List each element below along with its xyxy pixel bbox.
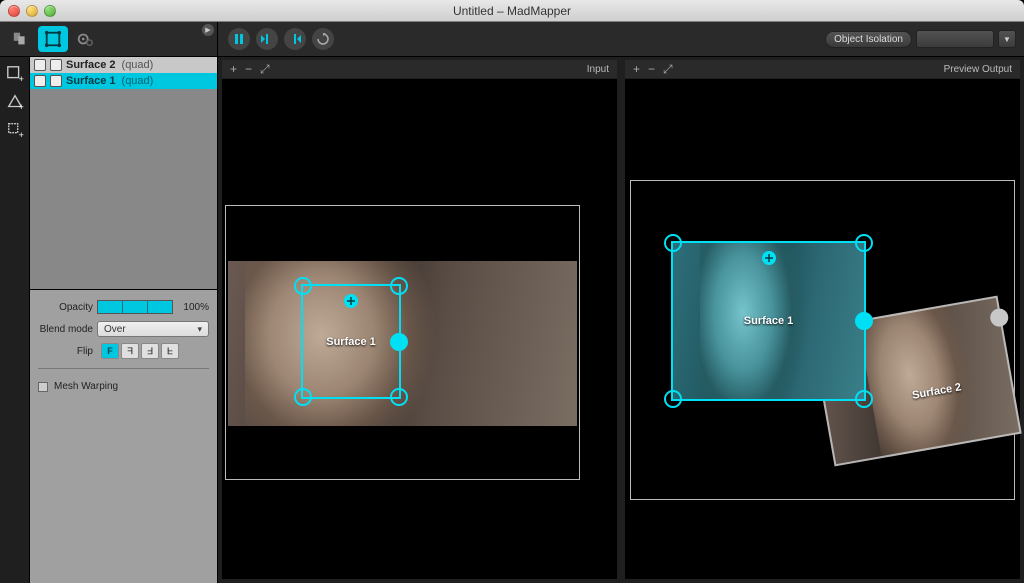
play-button[interactable] [284,28,306,50]
mode-surfaces-button[interactable] [38,26,68,52]
input-remove-icon[interactable]: − [245,63,252,75]
input-add-icon[interactable]: + [230,63,237,75]
surface-row[interactable]: Surface 2 (quad) [30,57,217,73]
pause-button[interactable] [228,28,250,50]
input-surface-quad[interactable]: Surface 1 [301,284,401,399]
input-fullscreen-icon[interactable]: ⤢ [260,63,270,75]
flip-vertical-button[interactable]: ᖵ [141,343,159,359]
surface-row-type: (quad) [122,75,154,87]
surface-list[interactable]: Surface 2 (quad) Surface 1 (quad) [30,57,217,290]
flip-horizontal-button[interactable]: ᖷ [121,343,139,359]
isolation-target-dropdown[interactable] [916,30,994,48]
surface-lock-checkbox[interactable] [50,75,62,87]
window-title: Untitled – MadMapper [0,4,1024,18]
opacity-slider[interactable] [97,300,173,314]
blend-mode-value: Over [104,324,126,335]
quad-handle-br[interactable] [390,388,408,406]
quad-move-handle[interactable] [762,251,776,265]
mesh-warping-label: Mesh Warping [54,381,118,392]
svg-text:+: + [18,130,23,139]
surface-visible-checkbox[interactable] [34,59,46,71]
quad-rotate-handle[interactable] [390,333,408,351]
flip-both-button[interactable]: ᖶ [161,343,179,359]
quad-handle-tl[interactable] [664,234,682,252]
surface-lock-checkbox[interactable] [50,59,62,71]
quad-rotate-handle[interactable] [855,312,873,330]
preview-surface1-quad[interactable]: Surface 1 [671,241,866,401]
quad-handle-tr[interactable] [390,277,408,295]
surface-row-name: Surface 2 [66,59,116,71]
input-canvas[interactable]: Surface 1 [222,79,617,579]
object-isolation-button[interactable]: Object Isolation [825,31,912,48]
input-pane-label: Input [587,64,609,75]
opacity-value: 100% [177,302,209,313]
isolation-dropdown-toggle[interactable]: ▼ [998,30,1016,48]
quad-handle-tr[interactable] [855,234,873,252]
quad-rotate-handle[interactable] [989,308,1010,329]
surface-row-type: (quad) [122,59,154,71]
preview-output-canvas[interactable]: Surface 2 Surface 1 [625,79,1020,579]
surface-row[interactable]: Surface 1 (quad) [30,73,217,89]
svg-text:+: + [18,102,23,111]
add-quad-surface-button[interactable]: + [4,63,26,85]
quad-label: Surface 2 [911,381,962,401]
svg-text:+: + [18,74,23,83]
restart-button[interactable] [312,28,334,50]
preview-remove-icon[interactable]: − [648,63,655,75]
quad-handle-tl[interactable] [294,277,312,295]
quad-handle-bl[interactable] [664,390,682,408]
blend-mode-label: Blend mode [38,324,93,335]
opacity-label: Opacity [38,302,93,313]
mode-settings-button[interactable] [70,26,100,52]
panel-collapse-button[interactable] [202,24,214,36]
preview-add-icon[interactable]: + [633,63,640,75]
quad-label: Surface 1 [744,315,794,327]
surface-row-name: Surface 1 [66,75,116,87]
step-back-button[interactable] [256,28,278,50]
flip-label: Flip [38,346,93,357]
mode-media-button[interactable] [6,26,36,52]
blend-mode-select[interactable]: Over [97,321,209,337]
add-triangle-surface-button[interactable]: + [4,91,26,113]
flip-normal-button[interactable]: F [101,343,119,359]
quad-handle-br[interactable] [855,390,873,408]
mesh-warping-checkbox[interactable] [38,382,48,392]
quad-move-handle[interactable] [344,294,358,308]
surface-visible-checkbox[interactable] [34,75,46,87]
preview-fullscreen-icon[interactable]: ⤢ [663,63,673,75]
add-mask-button[interactable]: + [4,119,26,141]
preview-pane-label: Preview Output [944,64,1012,75]
quad-handle-bl[interactable] [294,388,312,406]
quad-label: Surface 1 [326,336,376,348]
